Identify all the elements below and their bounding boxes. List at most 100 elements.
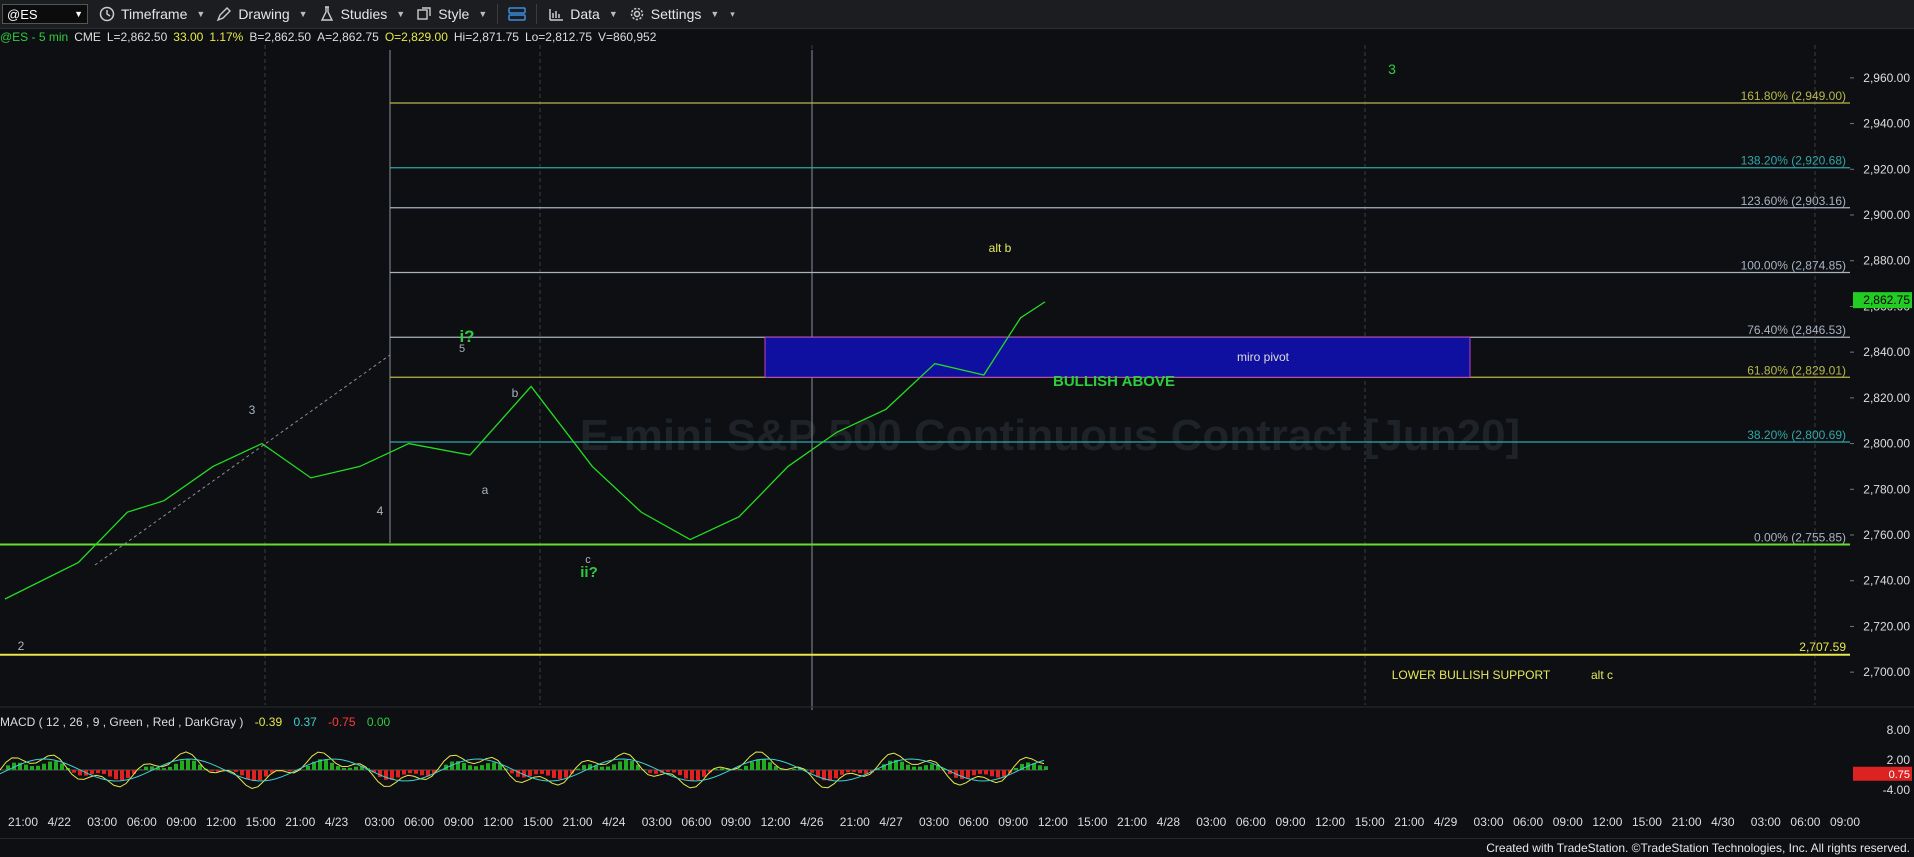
macd-last-value: 0.75 — [1889, 769, 1910, 781]
macd-hist-bar — [564, 770, 568, 778]
wave-label: alt b — [989, 241, 1012, 255]
macd-signal-line — [0, 759, 1044, 781]
macd-hist-bar — [378, 770, 382, 777]
macd-hist-bar — [522, 770, 526, 778]
macd-hist-bar — [702, 770, 706, 777]
macd-hist-bar — [48, 762, 52, 770]
macd-hist-bar — [372, 770, 376, 772]
wave-annotations: 3alt bi?53ba4cii?2BULLISH ABOVELOWER BUL… — [18, 61, 1613, 682]
macd-last-box — [1853, 767, 1912, 781]
quote-volume: V=860,952 — [598, 30, 656, 44]
macd-hist-bar — [744, 766, 748, 770]
wave-label: 2 — [18, 639, 25, 653]
macd-hist-bar — [660, 770, 664, 773]
menu-data-label: Data — [570, 6, 600, 22]
macd-hist-bar — [738, 769, 742, 770]
x-tick-label: 12:00 — [1315, 815, 1345, 829]
macd-hist-bar — [966, 770, 970, 778]
macd-legend: MACD ( 12 , 26 , 9 , Green , Red , DarkG… — [0, 715, 390, 729]
macd-hist-bar — [576, 769, 580, 770]
macd-hist-bar — [252, 770, 256, 781]
macd-hist-bar — [804, 769, 808, 770]
menu-studies[interactable]: Studies▼ — [318, 6, 406, 22]
layout-button[interactable] — [508, 6, 526, 22]
x-tick-label: 09:00 — [998, 815, 1028, 829]
x-tick-label: 15:00 — [246, 815, 276, 829]
macd-hist-bar — [264, 770, 268, 777]
last-price-value: 2,862.75 — [1863, 293, 1910, 307]
layout-icon — [508, 6, 526, 22]
macd-hist-bar — [516, 770, 520, 777]
macd-hist-bar — [780, 769, 784, 770]
macd-hist-bar — [792, 769, 796, 770]
price-chart[interactable]: E-mini S&P 500 Continuous Contract [Jun2… — [0, 0, 1914, 838]
symbol-input[interactable]: @ES ▼ — [2, 4, 88, 24]
x-tick-label: 06:00 — [1790, 815, 1820, 829]
menu-timeframe[interactable]: Timeframe▼ — [98, 6, 205, 22]
menu-data[interactable]: Data ▼ — [547, 6, 618, 22]
macd-hist-bar — [546, 770, 550, 776]
wave-label: alt c — [1591, 668, 1613, 682]
macd-hist-bar — [552, 770, 556, 778]
toolbar-divider — [536, 4, 537, 24]
quote-open: O=2,829.00 — [385, 30, 448, 44]
macd-hist-bar — [210, 770, 214, 771]
macd-hist-bar — [54, 761, 58, 770]
macd-hist-bar — [720, 768, 724, 770]
x-tick-label: 4/29 — [1434, 815, 1458, 829]
macd-hist-bar — [870, 770, 874, 773]
quote-bar: @ES - 5 minCMEL=2,862.5033.001.17%B=2,86… — [0, 30, 662, 44]
macd-hist-bar — [162, 768, 166, 770]
x-tick-label: 06:00 — [1236, 815, 1266, 829]
macd-hist-bar — [90, 770, 94, 774]
macd-hist-bar — [570, 770, 574, 773]
x-tick-label: 03:00 — [1474, 815, 1504, 829]
trendline — [95, 355, 390, 565]
menu-settings-label: Settings — [651, 6, 702, 22]
menu-settings[interactable]: Settings ▼ ▾ — [628, 6, 735, 22]
wave-label: i? — [459, 327, 474, 346]
macd-hist-bar — [414, 770, 418, 774]
macd-hist-bar — [588, 764, 592, 770]
macd-hist-bar — [690, 770, 694, 781]
macd-hist-bar — [510, 770, 514, 773]
x-tick-label: 4/22 — [48, 815, 72, 829]
macd-hist-bar — [1008, 770, 1012, 773]
macd-hist-bar — [318, 759, 322, 770]
macd-hist-bar — [1038, 765, 1042, 770]
x-tick-label: 09:00 — [721, 815, 751, 829]
price-series-line — [5, 302, 1045, 599]
gear-icon — [628, 6, 646, 22]
toolbar-divider — [497, 4, 498, 24]
x-tick-label: 21:00 — [1117, 815, 1147, 829]
y-tick-label: 2,860.00 — [1863, 299, 1910, 313]
macd-hist-bar — [180, 761, 184, 770]
x-tick-label: 21:00 — [285, 815, 315, 829]
macd-hist-bar — [630, 761, 634, 770]
macd-hist-bar — [384, 770, 388, 780]
macd-hist-bar — [12, 763, 16, 770]
x-tick-label: 09:00 — [1553, 815, 1583, 829]
macd-hist-bar — [204, 769, 208, 770]
macd-hist-bar — [1020, 764, 1024, 770]
macd-hist-bar — [156, 767, 160, 770]
macd-hist-bar — [972, 770, 976, 775]
x-tick-label: 03:00 — [642, 815, 672, 829]
overflow-caret-icon[interactable]: ▾ — [730, 9, 735, 20]
macd-hist-bar — [492, 762, 496, 770]
caret-icon: ▼ — [609, 9, 618, 19]
macd-hist-bar — [336, 766, 340, 770]
pivot-box[interactable]: miro pivot — [765, 337, 1470, 377]
x-tick-label: 09:00 — [1830, 815, 1860, 829]
macd-hist-bar — [438, 769, 442, 770]
macd-hist-bar — [240, 770, 244, 775]
macd-hist-bar — [798, 768, 802, 770]
x-tick-label: 09:00 — [1275, 815, 1305, 829]
macd-hist-bar — [678, 770, 682, 775]
menu-style[interactable]: Style▼ — [415, 6, 487, 22]
menu-drawing[interactable]: Drawing▼ — [215, 6, 307, 22]
y-tick-label: 2,960.00 — [1863, 71, 1910, 85]
x-tick-label: 06:00 — [127, 815, 157, 829]
menu-style-label: Style — [438, 6, 469, 22]
caret-icon: ▼ — [710, 9, 719, 19]
